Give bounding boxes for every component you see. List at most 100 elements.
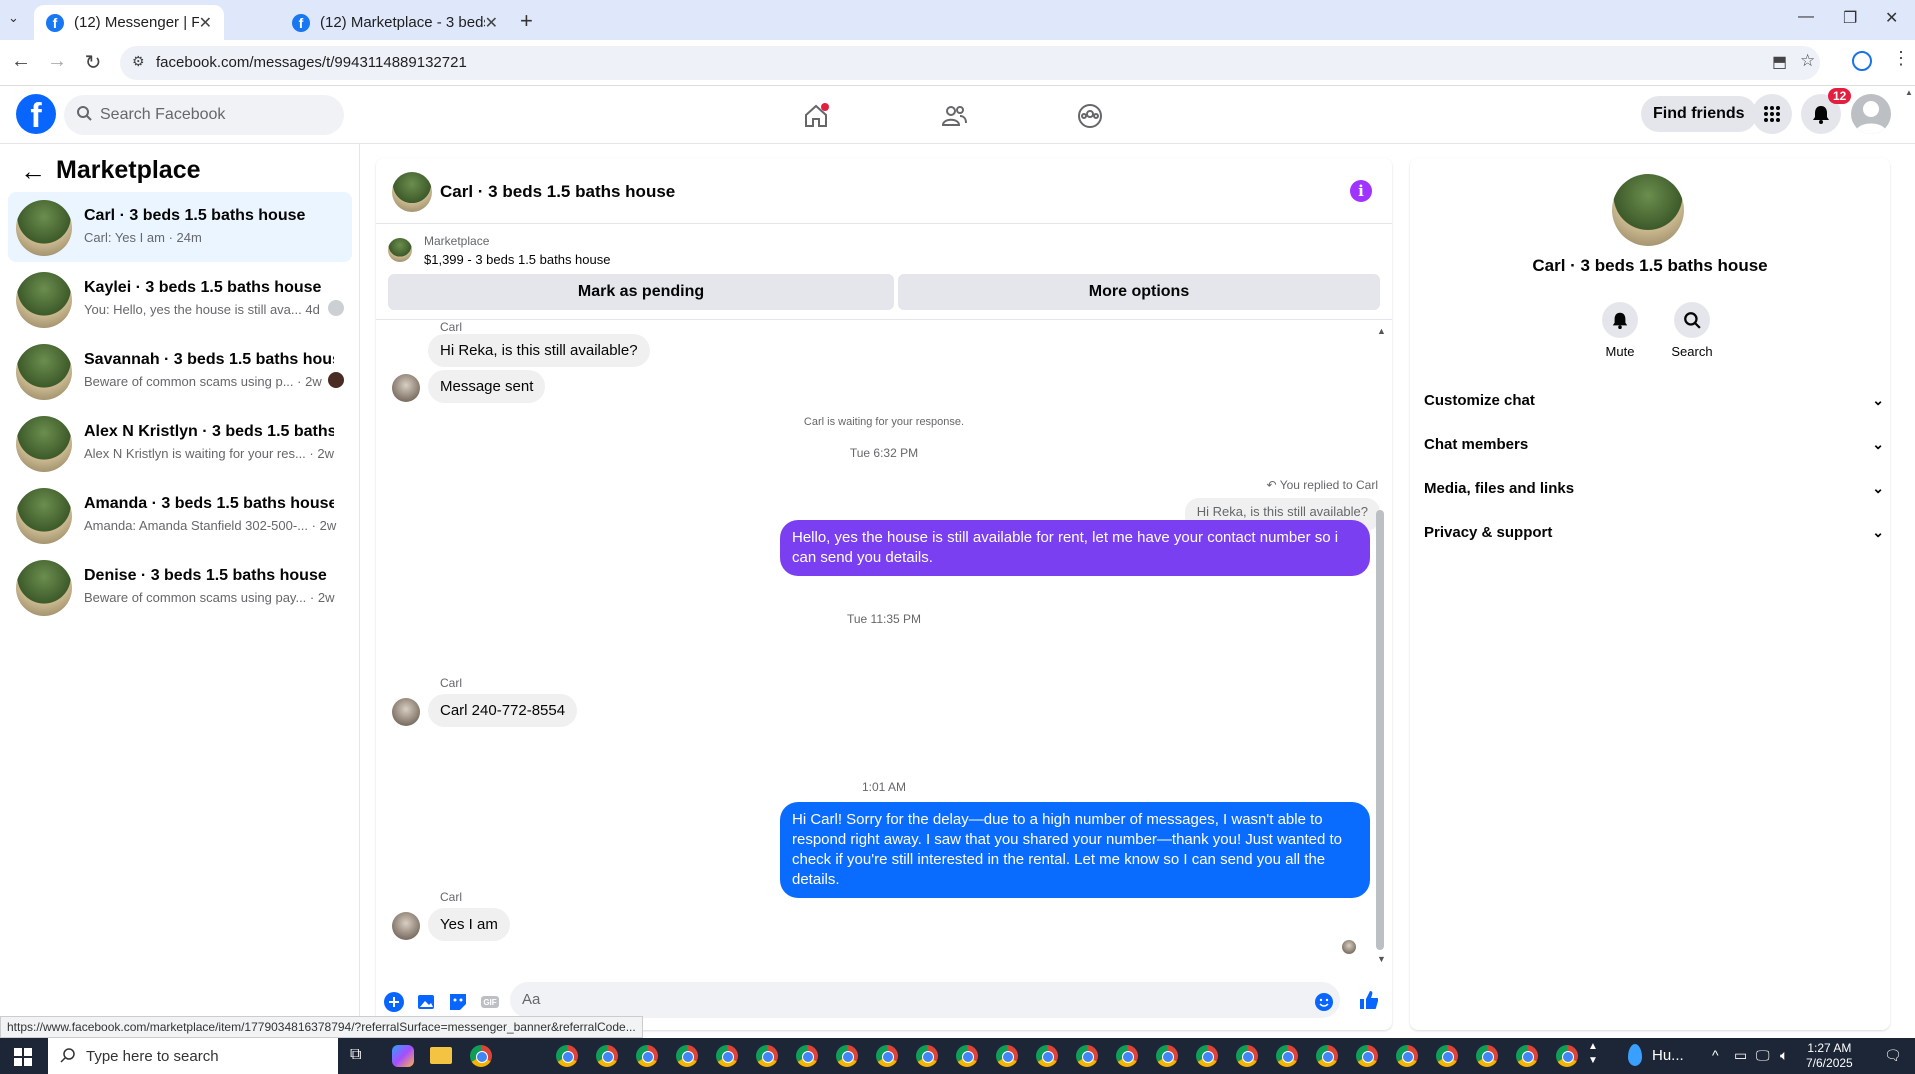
chrome-icon[interactable] [1196,1045,1218,1067]
sticker-icon[interactable] [448,992,468,1012]
search-input[interactable]: Search Facebook [64,95,344,135]
chat-members-section[interactable]: Chat members ⌄ [1424,426,1884,462]
chrome-icon[interactable] [1236,1045,1258,1067]
menu-grid-icon[interactable] [1752,94,1792,134]
chrome-icon[interactable] [556,1045,578,1067]
browser-menu-icon[interactable]: ⋮ [1892,48,1910,69]
chrome-icon[interactable] [1476,1045,1498,1067]
task-view-icon[interactable]: ⧉ [350,1046,361,1064]
install-icon[interactable]: ⬒ [1772,52,1787,72]
home-icon[interactable] [796,96,836,136]
bookmark-star-icon[interactable]: ☆ [1800,51,1815,71]
back-arrow-icon[interactable]: ← [20,156,46,187]
sender-avatar[interactable] [392,912,420,940]
chrome-icon[interactable] [1316,1045,1338,1067]
reload-icon[interactable]: ↻ [80,50,106,75]
scroll-thumb[interactable] [1376,510,1384,950]
chrome-icon[interactable] [1036,1045,1058,1067]
tray-device-icon[interactable]: ▭ [1734,1047,1747,1064]
restore-button[interactable]: ❐ [1843,8,1857,28]
chrome-icon[interactable] [996,1045,1018,1067]
url-box[interactable]: ⚙ facebook.com/messages/t/99431148891327… [120,46,1820,80]
chrome-icon[interactable] [1276,1045,1298,1067]
forward-icon[interactable]: → [44,50,70,73]
conversation-item[interactable]: Denise · 3 beds 1.5 baths house Beware o… [8,552,352,622]
chrome-icon[interactable] [470,1045,492,1067]
close-icon[interactable]: ✕ [199,13,212,33]
message-input[interactable]: Aa [510,982,1340,1018]
sender-avatar[interactable] [392,698,420,726]
chat-listing-avatar[interactable] [392,172,432,212]
site-info-icon[interactable]: ⚙ [132,53,145,70]
back-icon[interactable]: ← [8,50,34,73]
chrome-icon[interactable] [1076,1045,1098,1067]
more-options-button[interactable]: More options [898,274,1380,310]
notification-center-icon[interactable]: 🗨︎ [1884,1047,1902,1064]
chrome-icon[interactable] [676,1045,698,1067]
message-bubble-outgoing[interactable]: Hi Carl! Sorry for the delay—due to a hi… [780,802,1370,898]
message-bubble[interactable]: Hi Reka, is this still available? [428,334,650,367]
customize-chat-section[interactable]: Customize chat ⌄ [1424,382,1884,418]
listing-banner-thumbnail[interactable] [388,238,412,262]
chrome-icon[interactable] [1356,1045,1378,1067]
message-bubble[interactable]: Yes I am [428,908,510,941]
chrome-icon[interactable] [1156,1045,1178,1067]
chrome-icon[interactable] [836,1045,858,1067]
conversation-item[interactable]: Alex N Kristlyn · 3 beds 1.5 baths h... … [8,408,352,478]
account-avatar[interactable] [1851,94,1891,134]
weather-label[interactable]: Hu... [1652,1047,1684,1064]
conversation-item[interactable]: Amanda · 3 beds 1.5 baths house Amanda: … [8,480,352,550]
weather-drop-icon[interactable] [1628,1044,1642,1066]
taskbar-clock[interactable]: 1:27 AM 7/6/2025 [1806,1041,1853,1071]
search-in-chat-button[interactable]: Search [1662,302,1722,359]
taskbar-search-input[interactable]: Type here to search [48,1038,338,1074]
scroll-down-icon[interactable]: ▼ [1377,954,1386,964]
tab-search-dropdown[interactable]: ⌄ [8,10,19,26]
chrome-icon[interactable] [956,1045,978,1067]
file-explorer-icon[interactable] [430,1047,452,1064]
chrome-icon[interactable] [1436,1045,1458,1067]
chrome-icon[interactable] [716,1045,738,1067]
chrome-icon[interactable] [1116,1045,1138,1067]
message-bubble[interactable]: Carl 240-772-8554 [428,694,578,727]
close-icon[interactable]: ✕ [485,13,498,33]
mute-button[interactable]: Mute [1590,302,1650,359]
like-icon[interactable] [1358,990,1378,1010]
chrome-icon[interactable] [1556,1045,1578,1067]
facebook-logo-icon[interactable]: f [16,94,56,134]
chrome-icon[interactable] [1396,1045,1418,1067]
scrollbar[interactable]: ▲ ▼ [1376,326,1386,970]
minimize-button[interactable]: — [1798,8,1814,26]
gif-icon[interactable]: GIF [480,992,500,1012]
chrome-icon[interactable] [756,1045,778,1067]
friends-icon[interactable] [934,96,974,136]
find-friends-button[interactable]: Find friends [1641,96,1757,132]
tab-marketplace[interactable]: f (12) Marketplace - 3 beds 1.5 b ✕ [280,5,510,40]
chrome-icon[interactable] [796,1045,818,1067]
copilot-icon[interactable] [392,1045,414,1067]
media-files-links-section[interactable]: Media, files and links ⌄ [1424,470,1884,506]
new-tab-button[interactable]: + [520,8,533,34]
message-bubble[interactable]: Message sent [428,370,546,403]
chrome-icon[interactable] [596,1045,618,1067]
details-listing-avatar[interactable] [1612,174,1684,246]
groups-icon[interactable] [1070,96,1110,136]
conversation-item[interactable]: Carl · 3 beds 1.5 baths house Carl: Yes … [8,192,352,262]
conversation-item[interactable]: Kaylei · 3 beds 1.5 baths house You: Hel… [8,264,352,334]
chrome-icon[interactable] [916,1045,938,1067]
scroll-up-icon[interactable]: ▲ [1377,326,1386,336]
message-bubble-outgoing[interactable]: Hello, yes the house is still available … [780,520,1370,576]
windows-start-icon[interactable] [14,1048,32,1071]
window-close-button[interactable]: ✕ [1885,8,1898,28]
chat-title[interactable]: Carl · 3 beds 1.5 baths house [440,182,675,202]
photo-icon[interactable] [416,992,436,1012]
conversation-item[interactable]: Savannah · 3 beds 1.5 baths house Beware… [8,336,352,406]
listing-price[interactable]: $1,399 - 3 beds 1.5 baths house [424,252,610,267]
chrome-icon[interactable] [636,1045,658,1067]
profile-icon[interactable] [1852,51,1872,71]
info-icon[interactable]: i [1350,180,1372,202]
privacy-support-section[interactable]: Privacy & support ⌄ [1424,514,1884,550]
volume-icon[interactable]: 🔈︎ [1780,1047,1788,1064]
mark-as-pending-button[interactable]: Mark as pending [388,274,894,310]
plus-icon[interactable] [384,992,404,1012]
